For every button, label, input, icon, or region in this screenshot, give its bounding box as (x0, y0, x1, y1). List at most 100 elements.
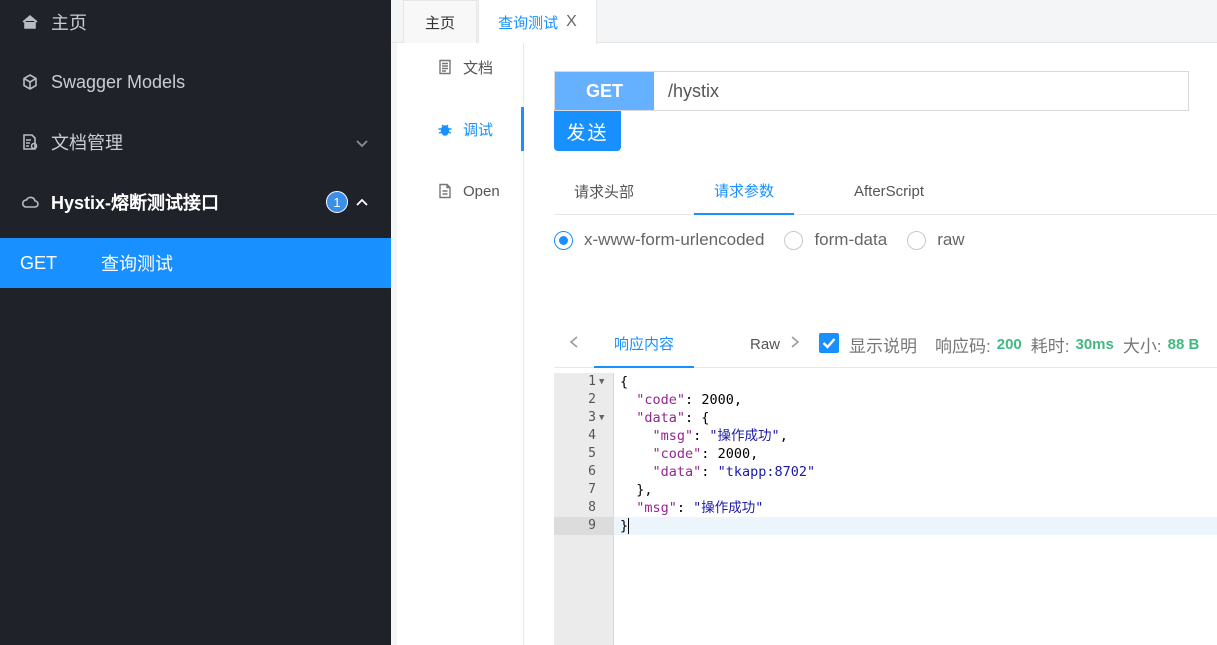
tab-label: 主页 (424, 14, 455, 32)
chevron-left-icon[interactable] (567, 334, 581, 350)
code-line: 6 "data": "tkapp:8702" (554, 463, 1217, 481)
code-line: 3 ▼ "data": { (554, 409, 1217, 427)
show-desc-checkbox[interactable] (819, 333, 839, 353)
code-line: 4 "msg": "操作成功", (554, 427, 1217, 445)
close-icon[interactable]: X (566, 13, 577, 31)
sidebar-item-label: Hystix-熔断测试接口 (51, 193, 220, 213)
fold-arrow-icon[interactable]: ▼ (599, 373, 604, 391)
radio-label: raw (937, 230, 965, 249)
line-number: 2 (588, 392, 596, 407)
chevron-down-icon[interactable] (355, 134, 369, 148)
tab-after-script[interactable]: AfterScript (838, 167, 940, 215)
tab-response-content[interactable]: 响应内容 (594, 320, 694, 368)
line-number: 6 (588, 464, 596, 479)
send-button[interactable]: 发送 (554, 111, 621, 151)
document-icon (437, 59, 453, 75)
sidebar-item-label: Swagger Models (51, 71, 186, 92)
json-number: 2000 (701, 392, 734, 408)
radio-label: form-data (814, 230, 888, 249)
line-number: 5 (588, 446, 596, 461)
file-icon (437, 183, 453, 199)
http-method-badge[interactable]: GET (555, 72, 654, 110)
nav-item-open[interactable]: Open (397, 169, 523, 213)
line-number: 3 (588, 410, 596, 425)
sidebar-item-swagger-models[interactable]: Swagger Models (0, 52, 391, 112)
response-meta: 显示说明 响应码: 200 耗时: 30ms 大小: 88 B (849, 320, 1208, 368)
size-label: 大小: (1122, 336, 1162, 356)
tab-query-test[interactable]: 查询测试 X (478, 0, 597, 44)
line-number: 7 (588, 482, 596, 497)
json-key: "code" (636, 392, 686, 408)
json-string: "tkapp:8702" (717, 464, 816, 480)
subitem-label: 查询测试 (101, 254, 173, 274)
line-number: 8 (588, 500, 596, 515)
radio-raw[interactable]: raw (907, 230, 965, 250)
bug-icon (437, 121, 453, 137)
line-number: 4 (588, 428, 596, 443)
code-line-active: 9 } (554, 517, 1217, 535)
time-label: 耗时: (1030, 336, 1070, 356)
json-key: "code" (652, 446, 702, 462)
size-value: 88 B (1167, 335, 1200, 353)
nav-item-docs[interactable]: 文档 (397, 45, 523, 89)
nav-item-debug[interactable]: 调试 (397, 107, 524, 151)
count-badge: 1 (326, 191, 348, 213)
request-tabs: 请求头部 请求参数 AfterScript (554, 167, 1217, 215)
code-line: 5 "code": 2000, (554, 445, 1217, 463)
line-number: 9 (554, 517, 614, 535)
nav-label: 调试 (463, 121, 494, 139)
json-key: "msg" (636, 500, 677, 516)
tab-home[interactable]: 主页 (403, 0, 477, 43)
code-line: 2 "code": 2000, (554, 391, 1217, 409)
json-key: "data" (636, 410, 686, 426)
tab-label: 查询测试 (498, 14, 559, 32)
url-input[interactable] (654, 72, 1188, 110)
sidebar-item-doc-management[interactable]: 文档管理 (0, 112, 391, 172)
tab-request-params[interactable]: 请求参数 (694, 167, 794, 215)
radio-form-data[interactable]: form-data (784, 230, 887, 250)
json-string: "操作成功" (693, 500, 764, 516)
chevron-right-icon[interactable] (788, 334, 802, 350)
response-code-editor[interactable]: 1 ▼ { 2 "code": 2000, 3 ▼ "data": { 4 "m… (554, 373, 1217, 645)
text-cursor (628, 518, 630, 534)
code-line: 7 }, (554, 481, 1217, 499)
json-number: 2000 (717, 446, 751, 462)
tab-request-headers[interactable]: 请求头部 (554, 167, 654, 215)
request-url-bar: GET (554, 71, 1189, 111)
code-line: 1 ▼ { (554, 373, 1217, 391)
doc-side-nav: 文档 调试 Open (397, 43, 524, 645)
sidebar: 主页 Swagger Models 文档管理 Hystix-熔断测试接口 1 G… (0, 0, 391, 645)
line-number: 1 (588, 374, 596, 389)
radio-circle[interactable] (907, 230, 927, 250)
radio-label: x-www-form-urlencoded (584, 230, 765, 249)
radio-circle[interactable] (784, 230, 804, 250)
time-value: 30ms (1075, 335, 1114, 353)
doc-settings-icon (21, 133, 39, 151)
radio-circle[interactable] (554, 230, 573, 250)
content-type-radios: x-www-form-urlencoded form-data raw (554, 228, 985, 252)
cube-icon (21, 73, 39, 91)
sidebar-item-home[interactable]: 主页 (0, 0, 391, 52)
show-desc-label: 显示说明 (849, 336, 917, 356)
status-code-label: 响应码: (935, 336, 991, 356)
sidebar-item-hystix[interactable]: Hystix-熔断测试接口 1 (0, 172, 391, 232)
json-key: "data" (652, 464, 702, 480)
sidebar-item-label: 主页 (51, 13, 87, 33)
nav-label: 文档 (463, 59, 494, 77)
radio-urlencoded[interactable]: x-www-form-urlencoded (554, 230, 764, 250)
method-label: GET (20, 252, 58, 273)
json-string: "操作成功" (709, 428, 780, 444)
fold-arrow-icon[interactable]: ▼ (599, 409, 604, 427)
sidebar-subitem-query-test[interactable]: GET 查询测试 (0, 238, 391, 288)
code-line: 8 "msg": "操作成功" (554, 499, 1217, 517)
chevron-up-icon[interactable] (355, 194, 369, 208)
home-icon (21, 13, 39, 31)
top-tab-bar: 主页 查询测试 X (391, 0, 1217, 44)
response-tabs: 响应内容 Raw 显示说明 响应码: 200 耗时: 30ms 大小: 88 B (554, 320, 1217, 368)
json-key: "msg" (652, 428, 694, 444)
tab-response-raw[interactable]: Raw (750, 320, 780, 368)
status-code-value: 200 (996, 335, 1022, 353)
cloud-icon (21, 193, 39, 211)
nav-label: Open (463, 182, 500, 200)
sidebar-item-label: 文档管理 (51, 133, 123, 153)
